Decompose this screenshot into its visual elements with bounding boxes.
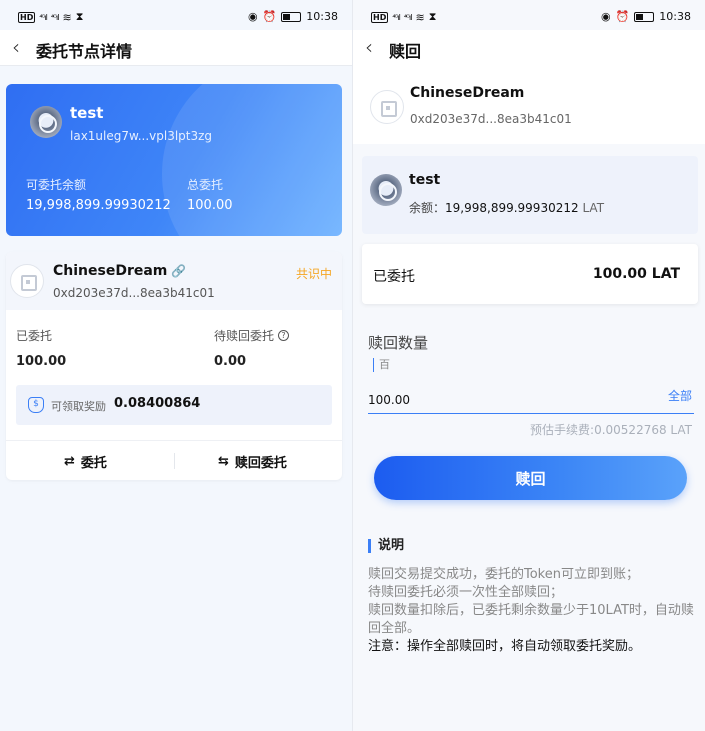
delegate-button-label: 委托 [80,455,107,471]
redeem-button[interactable]: 赎回 [374,456,687,500]
link-icon[interactable]: 🔗 [171,264,186,278]
status-bar: HD ⁴ᴳıl ⁴ᴳıl ≋ ⧗ ◉ ⏰ 10:38 [0,0,352,30]
signal-icon: ⁴ᴳıl [39,12,48,22]
note-line: 待赎回委托必须一次性全部赎回； [368,585,564,600]
delegated-value: 100.00 LAT [592,266,680,282]
back-arrow-icon[interactable]: ‹ [12,36,20,58]
note-line: 赎回交易提交成功，委托的Token可立即到账； [368,567,639,582]
page-title: 赎回 [389,42,422,61]
wallet-name: test [409,172,441,188]
reward-value: 0.08400864 [114,396,201,411]
delegated-label: 已委托 [16,329,53,343]
wallet-name: test [70,104,104,122]
alarm-icon: ⏰ [615,10,630,23]
wifi-icon: ≋ [62,10,72,24]
hourglass-icon: ⧗ [75,10,84,23]
signal-icon: ⁴ᴳıl [392,12,401,22]
node-status-badge: 共识中 [295,267,332,281]
alarm-icon: ⏰ [262,10,277,23]
node-logo [10,264,44,298]
notes-body: 赎回交易提交成功，委托的Token可立即到账； 待赎回委托必须一次性全部赎回； … [368,566,698,656]
node-address: 0xd203e37d...8ea3b41c01 [53,286,215,300]
action-divider [174,453,175,469]
pending-redeem-label-row: 待赎回委托 ? [214,327,290,344]
total-delegated-label: 总委托 [187,178,224,192]
wallet-card: test lax1uleg7w...vpl3lpt3zg 可委托余额 19,99… [6,84,342,236]
delegated-label: 已委托 [373,269,415,285]
redeem-all-link[interactable]: 全部 [668,387,692,404]
balance-label: 余额： [409,201,446,215]
status-bar-right: ◉ ⏰ 10:38 [248,10,338,23]
node-card: ChineseDream 🔗 0xd203e37d...8ea3b41c01 共… [6,252,342,480]
eye-icon: ◉ [600,10,611,23]
redeem-icon: ⇆ [218,453,229,469]
node-header[interactable]: ChineseDream 🔗 0xd203e37d...8ea3b41c01 共… [6,252,342,310]
available-balance-value: 19,998,899.99930212 [26,198,171,213]
delegate-icon: ⇄ [64,453,75,469]
note-warning: 注意：操作全部赎回时，将自动领取委托奖励。 [368,639,642,654]
hd-badge: HD [371,11,389,23]
note-line: 赎回数量扣除后，已委托剩余数量少于10LAT时，自动赎回全部。 [368,603,694,636]
node-logo [370,90,404,124]
estimated-fee: 预估手续费:0.00522768 LAT [530,423,692,437]
wallet-avatar [370,174,402,206]
delegated-value: 100.00 [16,354,67,369]
redeem-delegation-button[interactable]: ⇆ 赎回委托 [218,441,287,480]
help-icon[interactable]: ? [278,330,290,341]
redeem-amount-input[interactable] [368,378,694,414]
total-delegated-value: 100.00 [187,198,233,213]
wallet-avatar [30,106,62,138]
reward-box[interactable]: $ 可领取奖励 0.08400864 [16,385,332,425]
wifi-icon: ≋ [415,10,425,24]
node-name-row: ChineseDream 🔗 [53,263,186,279]
balance-unit: LAT [582,201,605,215]
reward-label: 可领取奖励 [51,400,106,413]
card-decoration [162,84,342,236]
redeem-screen: HD ⁴ᴳıl ⁴ᴳıl ≋ ⧗ ◉ ⏰ 10:38 ‹ 赎回 ChineseD… [353,0,705,731]
notes-title: 说明 [368,539,404,553]
status-bar-left: HD ⁴ᴳıl ⁴ᴳıl ≋ ⧗ [371,10,436,24]
node-info: ChineseDream 0xd203e37d...8ea3b41c01 [353,66,705,144]
hourglass-icon: ⧗ [428,10,437,23]
back-arrow-icon[interactable]: ‹ [365,36,373,58]
status-time: 10:38 [659,10,691,23]
eye-icon: ◉ [247,10,258,23]
battery-icon [634,11,655,22]
wallet-balance: 余额：19,998,899.99930212 LAT [409,199,604,216]
signal-icon: ⁴ᴳıl [50,12,60,22]
pending-redeem-value: 0.00 [214,354,247,369]
balance-value: 19,998,899.99930212 [445,201,579,215]
redeem-button-label: 赎回委托 [234,455,287,471]
nav-bar: ‹ 赎回 [353,30,705,66]
hd-badge: HD [18,11,36,23]
wallet-selector[interactable]: test 余额：19,998,899.99930212 LAT [362,156,698,234]
delegation-detail-screen: HD ⁴ᴳıl ⁴ᴳıl ≋ ⧗ ◉ ⏰ 10:38 ‹ 委托节点详情 test… [0,0,352,731]
redeem-amount-title: 赎回数量 [368,334,429,352]
pending-redeem-label: 待赎回委托 [214,329,275,343]
node-address: 0xd203e37d...8ea3b41c01 [410,112,572,126]
available-balance-label: 可委托余额 [26,178,87,192]
page-title: 委托节点详情 [36,42,133,61]
nav-bar: ‹ 委托节点详情 [0,30,352,66]
money-bag-icon: $ [28,397,44,413]
delegated-amount-card: 已委托 100.00 LAT [362,244,698,304]
status-bar-right: ◉ ⏰ 10:38 [601,10,691,23]
node-name: ChineseDream [53,263,168,279]
wallet-address: lax1uleg7w...vpl3lpt3zg [70,129,213,143]
action-bar: ⇄ 委托 ⇆ 赎回委托 [6,440,342,480]
battery-icon [281,11,302,22]
signal-icon: ⁴ᴳıl [403,12,413,22]
amount-unit-hint: 百 [373,358,390,372]
status-bar-left: HD ⁴ᴳıl ⁴ᴳıl ≋ ⧗ [18,10,83,24]
delegate-button[interactable]: ⇄ 委托 [64,441,107,480]
status-bar: HD ⁴ᴳıl ⁴ᴳıl ≋ ⧗ ◉ ⏰ 10:38 [353,0,705,30]
status-time: 10:38 [306,10,338,23]
node-name: ChineseDream [410,85,525,101]
